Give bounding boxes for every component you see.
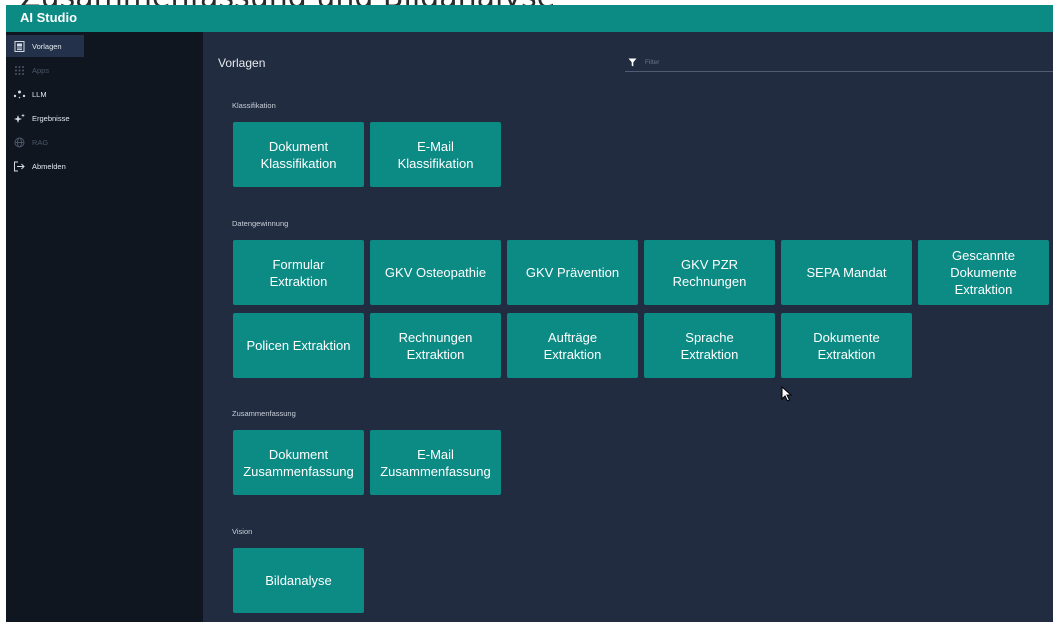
filter-placeholder: Filter bbox=[645, 59, 660, 66]
main-content: Vorlagen Filter Klassifikation Dokument … bbox=[203, 32, 1053, 622]
sidebar-item-label: Apps bbox=[32, 65, 50, 75]
rag-globe-icon bbox=[6, 131, 32, 153]
sidebar-item-label: Abmelden bbox=[32, 161, 66, 171]
template-tile-auftraege-extraktion[interactable]: Aufträge Extraktion bbox=[507, 313, 638, 378]
top-bar: AI Studio bbox=[6, 5, 1053, 32]
page-title: Vorlagen bbox=[218, 56, 266, 70]
sidebar-item-label: Vorlagen bbox=[32, 41, 62, 51]
template-tile-dokument-klassifikation[interactable]: Dokument Klassifikation bbox=[233, 122, 364, 187]
template-tile-sepa-mandat[interactable]: SEPA Mandat bbox=[781, 240, 912, 305]
apps-grid-icon bbox=[6, 59, 32, 81]
filter-input[interactable]: Filter bbox=[625, 54, 1053, 72]
template-tile-gkv-osteopathie[interactable]: GKV Osteopathie bbox=[370, 240, 501, 305]
sidebar-item-ergebnisse[interactable]: Ergebnisse bbox=[6, 107, 203, 129]
sidebar-item-rag[interactable]: RAG bbox=[6, 131, 203, 153]
template-tile-email-zusammenfassung[interactable]: E-Mail Zusammenfassung bbox=[370, 430, 501, 495]
template-tile-rechnungen-extraktion[interactable]: Rechnungen Extraktion bbox=[370, 313, 501, 378]
sidebar-item-label: RAG bbox=[32, 137, 49, 147]
filter-funnel-icon bbox=[625, 56, 639, 70]
sidebar: Vorlagen Apps LLM Ergebnisse RAG Abmelde… bbox=[6, 32, 203, 622]
sidebar-item-abmelden[interactable]: Abmelden bbox=[6, 155, 203, 177]
template-tile-dokument-zusammenfassung[interactable]: Dokument Zusammenfassung bbox=[233, 430, 364, 495]
sidebar-item-vorlagen[interactable]: Vorlagen bbox=[6, 35, 84, 57]
screen: Zusammenfassung und Bildanalyse AI Studi… bbox=[0, 0, 1053, 622]
template-tile-gkv-pzr-rechnungen[interactable]: GKV PZR Rechnungen bbox=[644, 240, 775, 305]
sidebar-item-llm[interactable]: LLM bbox=[6, 83, 203, 105]
logout-icon bbox=[6, 155, 32, 177]
sidebar-item-label: LLM bbox=[32, 89, 47, 99]
section-label-vision: Vision bbox=[232, 527, 253, 536]
template-tile-gescannte-dokumente-extraktion[interactable]: Gescannte Dokumente Extraktion bbox=[918, 240, 1049, 305]
section-label-datengewinnung: Datengewinnung bbox=[232, 219, 289, 228]
mouse-cursor-icon bbox=[781, 385, 793, 407]
templates-icon bbox=[6, 35, 32, 57]
section-label-zusammenfassung: Zusammenfassung bbox=[232, 409, 296, 418]
template-tile-policen-extraktion[interactable]: Policen Extraktion bbox=[233, 313, 364, 378]
app-window: AI Studio Vorlagen Apps LLM Ergebnisse R… bbox=[6, 5, 1053, 622]
sidebar-item-label: Ergebnisse bbox=[32, 113, 70, 123]
template-tile-formular-extraktion[interactable]: Formular Extraktion bbox=[233, 240, 364, 305]
section-label-klassifikation: Klassifikation bbox=[232, 101, 276, 110]
app-title: AI Studio bbox=[20, 10, 78, 25]
template-tile-sprache-extraktion[interactable]: Sprache Extraktion bbox=[644, 313, 775, 378]
template-tile-email-klassifikation[interactable]: E-Mail Klassifikation bbox=[370, 122, 501, 187]
sidebar-item-apps[interactable]: Apps bbox=[6, 59, 203, 81]
template-tile-dokumente-extraktion[interactable]: Dokumente Extraktion bbox=[781, 313, 912, 378]
template-tile-bildanalyse[interactable]: Bildanalyse bbox=[233, 548, 364, 613]
llm-nodes-icon bbox=[6, 83, 32, 105]
template-tile-gkv-praevention[interactable]: GKV Prävention bbox=[507, 240, 638, 305]
sparkle-icon bbox=[6, 107, 32, 129]
